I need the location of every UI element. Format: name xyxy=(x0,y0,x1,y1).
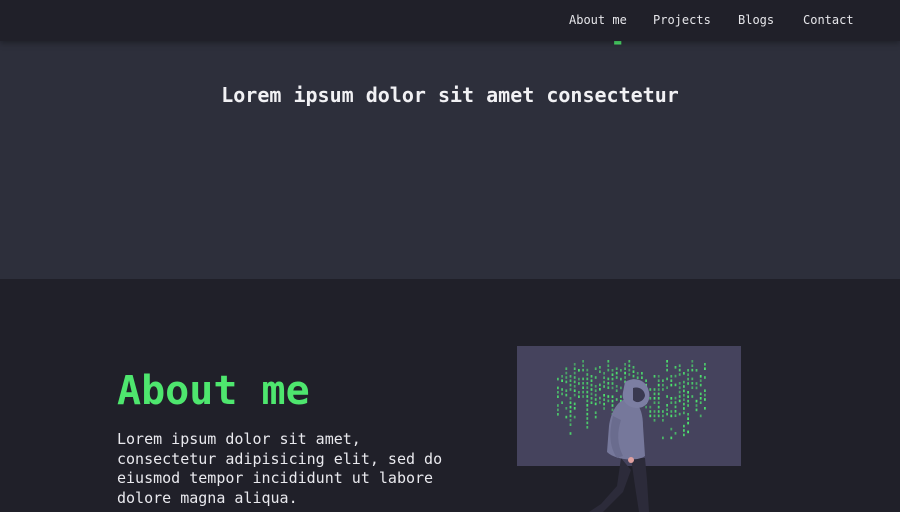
about-heading: About me xyxy=(117,368,310,414)
navbar: About me Projects Blogs Contact xyxy=(0,0,900,41)
hacker-matrix-illustration xyxy=(517,346,741,512)
nav-link-blogs[interactable]: Blogs xyxy=(738,13,774,27)
nav-link-projects[interactable]: Projects xyxy=(653,13,711,27)
about-text: Lorem ipsum dolor sit amet, consectetur … xyxy=(117,430,443,507)
illustration-svg xyxy=(517,346,741,512)
hero-subtitle: Lorem ipsum dolor sit amet consectetur xyxy=(221,83,679,107)
nav-link-about[interactable]: About me xyxy=(569,13,627,27)
nav-link-contact[interactable]: Contact xyxy=(803,13,854,27)
hero-section: Oi, what's up? Lorem ipsum dolor sit ame… xyxy=(0,0,900,279)
